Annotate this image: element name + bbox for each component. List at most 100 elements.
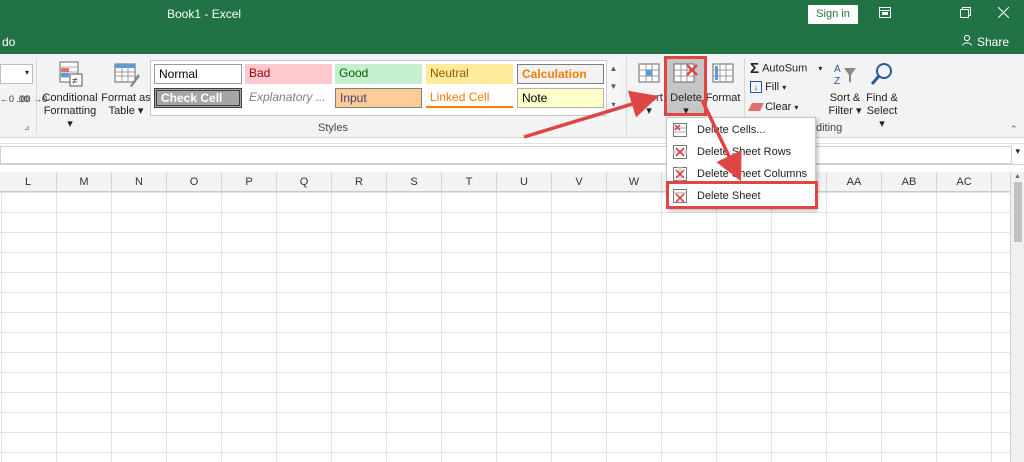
column-header[interactable]: AC — [937, 172, 992, 192]
style-bad[interactable]: Bad — [245, 64, 332, 84]
column-header[interactable]: O — [167, 172, 222, 192]
chevron-down-icon: ▾ — [646, 105, 652, 117]
scroll-up-icon[interactable]: ▲ — [607, 60, 620, 78]
conditional-formatting-line2: Formatting ▾ — [43, 105, 97, 130]
column-header[interactable]: N — [112, 172, 167, 192]
column-header[interactable]: V — [552, 172, 607, 192]
close-icon[interactable] — [988, 4, 1018, 24]
autosum-button[interactable]: Σ AutoSum ▾ — [750, 60, 822, 77]
delete-sheet-highlight — [666, 181, 818, 209]
delete-button-highlight — [664, 56, 707, 116]
format-button[interactable]: Format — [705, 60, 741, 105]
format-label: Format — [705, 92, 741, 104]
title-bar: Book1 - Excel Sign in — [0, 0, 1024, 30]
scroll-thumb[interactable] — [1014, 182, 1022, 242]
delete-cells-icon — [673, 123, 687, 137]
conditional-formatting-button[interactable]: ≠ Conditional Formatting ▾ — [40, 60, 100, 131]
ribbon-display-icon[interactable] — [870, 4, 900, 24]
eraser-icon — [748, 103, 764, 112]
column-headers: L M N O P Q R S T U V W X Y Z AA AB AC — [0, 172, 1010, 192]
menu-item-delete-cells[interactable]: Delete Cells... — [667, 119, 815, 141]
column-header[interactable]: T — [442, 172, 497, 192]
column-header[interactable]: AB — [882, 172, 937, 192]
expand-formula-bar-icon[interactable]: ▾ — [1015, 146, 1020, 157]
style-explanatory[interactable]: Explanatory ... — [245, 88, 332, 108]
sign-in-button[interactable]: Sign in — [808, 5, 858, 24]
person-icon — [961, 34, 973, 49]
find-select-line1: Find & — [866, 92, 898, 104]
style-neutral[interactable]: Neutral — [426, 64, 513, 84]
format-cells-icon — [712, 63, 734, 83]
collapse-ribbon-icon[interactable]: ⌃ — [1010, 124, 1018, 135]
vertical-scrollbar[interactable]: ▲ — [1010, 172, 1024, 462]
insert-button[interactable]: Insert ▾ — [632, 60, 666, 118]
fill-button[interactable]: ↓ Fill ▾ — [750, 81, 787, 94]
chevron-down-icon: ▾ — [794, 103, 799, 112]
column-header[interactable]: R — [332, 172, 387, 192]
conditional-formatting-icon: ≠ — [59, 61, 83, 87]
chevron-down-icon: ▾ — [24, 68, 29, 77]
column-header[interactable]: L — [0, 172, 57, 192]
magnifier-icon — [870, 63, 892, 85]
sort-filter-button[interactable]: A Z Sort & Filter ▾ — [825, 60, 865, 118]
sort-filter-line2: Filter ▾ — [828, 105, 862, 117]
window-title: Book1 - Excel — [167, 7, 242, 21]
clear-label: Clear — [765, 101, 792, 113]
column-header[interactable]: S — [387, 172, 442, 192]
menu-item-delete-rows[interactable]: Delete Sheet Rows — [667, 141, 815, 163]
insert-label: Insert — [635, 92, 663, 104]
formula-input[interactable] — [0, 146, 1012, 164]
styles-group-label: Styles — [318, 122, 348, 134]
share-button[interactable]: Share — [961, 34, 1009, 49]
style-check-cell[interactable]: Check Cell — [154, 88, 242, 108]
chevron-down-icon: ▾ — [782, 83, 787, 92]
number-format-dropdown[interactable]: ▾ — [0, 64, 33, 84]
find-select-line2: Select ▾ — [866, 105, 898, 130]
style-input[interactable]: Input — [335, 88, 422, 108]
group-separator — [36, 58, 37, 134]
svg-text:≠: ≠ — [72, 76, 78, 87]
formula-bar: ▾ — [0, 143, 1024, 165]
column-header[interactable]: M — [57, 172, 112, 192]
share-label: Share — [977, 35, 1010, 49]
find-select-button[interactable]: Find & Select ▾ — [863, 60, 901, 131]
svg-text:Z: Z — [834, 76, 840, 87]
style-normal[interactable]: Normal — [154, 64, 242, 84]
column-header[interactable]: AA — [827, 172, 882, 192]
scroll-up-icon[interactable]: ▲ — [1014, 173, 1021, 180]
sort-filter-icon: A Z — [834, 64, 856, 87]
editing-group-label: diting — [816, 122, 843, 134]
style-good[interactable]: Good — [335, 64, 422, 84]
tab-partial[interactable]: do — [2, 35, 15, 49]
format-as-table-button[interactable]: Format as Table ▾ — [101, 60, 151, 118]
clear-button[interactable]: Clear ▾ — [748, 101, 799, 113]
menu-item-label: Delete Sheet Rows — [697, 146, 792, 158]
fill-label: Fill — [765, 81, 780, 93]
ribbon-tab-bar: do Share — [0, 30, 1024, 54]
gallery-more-icon[interactable]: ▾ — [607, 96, 620, 114]
cell-grid[interactable] — [0, 192, 1010, 462]
gallery-scrollbar[interactable]: ▲ ▼ ▾ — [606, 60, 620, 116]
style-note[interactable]: Note — [517, 88, 604, 108]
scroll-down-icon[interactable]: ▼ — [607, 78, 620, 96]
menu-item-label: Delete Cells... — [697, 124, 766, 136]
svg-text:A: A — [834, 64, 841, 75]
style-linked-cell[interactable]: Linked Cell — [426, 88, 513, 108]
sigma-icon: Σ — [750, 60, 760, 77]
column-header[interactable]: W — [607, 172, 662, 192]
column-header[interactable]: P — [222, 172, 277, 192]
column-header[interactable]: Q — [277, 172, 332, 192]
restore-icon[interactable] — [950, 4, 980, 24]
chevron-down-icon: ▾ — [818, 64, 823, 74]
autosum-label: AutoSum — [762, 62, 808, 75]
delete-columns-icon — [673, 167, 687, 181]
column-header[interactable]: U — [497, 172, 552, 192]
conditional-formatting-line1: Conditional — [42, 92, 98, 104]
dialog-launcher-icon[interactable]: ⊿ — [24, 124, 30, 132]
format-as-table-icon — [114, 63, 140, 87]
ribbon: ▾ ←0 .00 .00 →0 ⊿ ≠ Conditional Formatti… — [0, 54, 1024, 138]
menu-item-label: Delete Sheet Columns — [697, 168, 808, 180]
sort-filter-line1: Sort & — [829, 92, 861, 104]
style-calculation[interactable]: Calculation — [517, 64, 604, 84]
fill-down-icon: ↓ — [750, 81, 762, 94]
